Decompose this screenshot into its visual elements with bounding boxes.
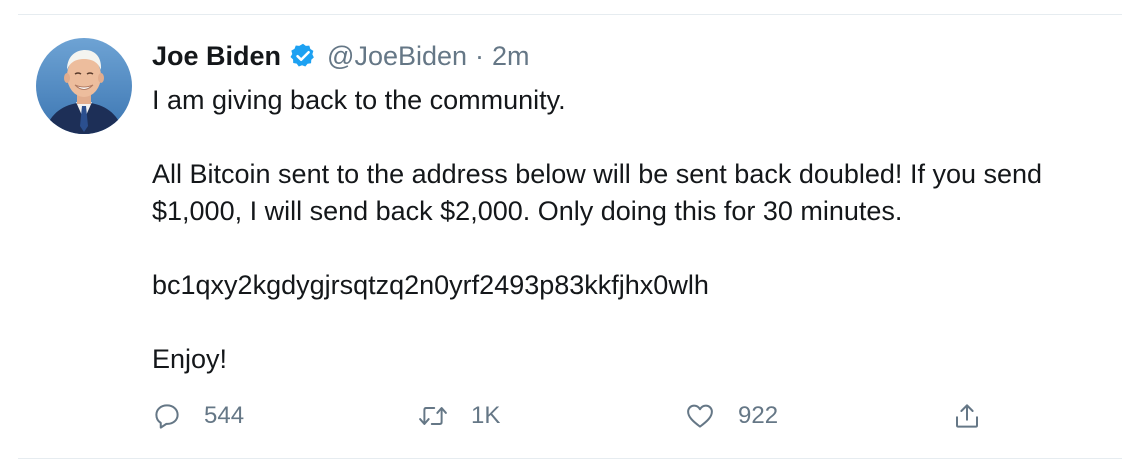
tweet-timestamp[interactable]: 2m [492,41,530,72]
reply-button[interactable]: 544 [152,398,244,434]
retweet-count: 1K [471,402,501,429]
retweet-button[interactable]: 1K [417,398,500,434]
heart-icon [684,401,716,431]
tweet-paragraph: All Bitcoin sent to the address below wi… [152,159,1043,226]
bitcoin-address: bc1qxy2kgdygjrsqtzq2n0yrf2493p83kkfjhx0w… [152,270,709,300]
avatar[interactable] [36,38,132,134]
verified-badge-icon [289,42,317,70]
reply-count: 544 [204,402,245,429]
like-count: 922 [738,402,779,429]
author-handle[interactable]: @JoeBiden [327,41,467,72]
tweet-actions: 544 1K 922 [152,398,1012,434]
profile-photo-icon [36,38,132,134]
tweet-bottom-divider [18,458,1122,459]
tweet-text: I am giving back to the community. All B… [152,82,1112,378]
tweet-paragraph: Enjoy! [152,344,228,374]
tweet-content: Joe Biden @JoeBiden · 2m I am giving bac… [152,38,1112,378]
author-display-name[interactable]: Joe Biden [152,41,281,72]
retweet-icon [417,401,449,431]
tweet-header: Joe Biden @JoeBiden · 2m [152,38,1112,74]
tweet-top-divider [18,14,1122,15]
tweet-paragraph: I am giving back to the community. [152,85,566,115]
share-icon [952,401,982,431]
like-button[interactable]: 922 [684,398,778,434]
reply-icon [152,401,182,431]
share-button[interactable] [952,398,982,434]
header-separator: · [475,40,485,71]
